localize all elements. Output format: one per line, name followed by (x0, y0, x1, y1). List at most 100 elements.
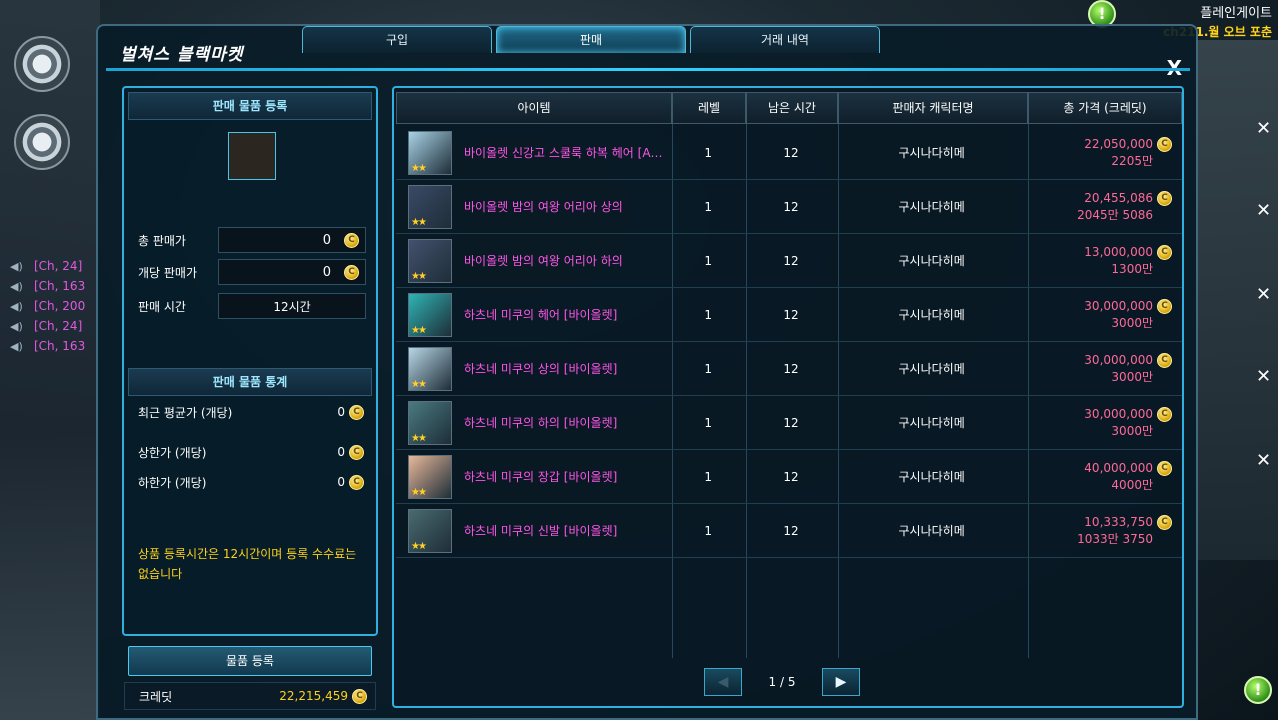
item-name: 하츠네 미쿠의 헤어 [바이올렛] (464, 308, 618, 322)
item-name: 하츠네 미쿠의 상의 [바이올렛] (464, 362, 618, 376)
prev-page-button[interactable]: ◀ (704, 668, 742, 696)
credit-label: 크레딧 (139, 689, 173, 704)
table-row[interactable]: ★★ 바이올렛 밤의 여왕 어리아 하의 1 12 구시나다히메 13,000,000 C 1… (396, 234, 1182, 288)
table-row[interactable]: ★★ 하츠네 미쿠의 상의 [바이올렛] 1 12 구시나다히메 30,000,000 C 3… (396, 342, 1182, 396)
item-level: 1 (704, 523, 713, 538)
stat-label: 하한가 (개당) (138, 475, 207, 490)
seller-name: 구시나다히메 (898, 416, 965, 430)
item-level: 1 (704, 253, 713, 268)
item-thumbnail-icon: ★★ (408, 346, 452, 391)
total-price-row: 총 판매가 0C (138, 226, 368, 254)
server-name: 플레인게이트 (1200, 6, 1272, 21)
item-name: 바이올렛 신강고 스쿨룩 하복 헤어 [A타... (464, 146, 670, 160)
item-thumbnail-icon: ★★ (408, 508, 452, 553)
tab-history[interactable]: 거래 내역 (690, 26, 880, 53)
game-scene: ◀) [Ch, 24] ◀) [Ch, 163 ◀) [Ch, 200 ◀) [Ch, … (0, 0, 1278, 720)
item-drop-slot[interactable] (228, 132, 276, 180)
unit-price-value: 0 (322, 264, 331, 280)
item-thumbnail-icon: ★★ (408, 292, 452, 337)
divider (106, 68, 1190, 71)
next-page-button[interactable]: ▶ (822, 668, 860, 696)
table-row[interactable]: ★★ 바이올렛 신강고 스쿨룩 하복 헤어 [A타... 1 12 구시나다히메 22,0… (396, 126, 1182, 180)
chat-line: ◀) [Ch, 163 (10, 276, 85, 296)
coin-icon: C (352, 688, 367, 704)
coin-icon: C (344, 233, 359, 248)
quest-close-icon[interactable]: ✕ (1256, 118, 1271, 139)
stat-lower-limit: 하한가 (개당) 0C (138, 472, 364, 492)
item-name: 하츠네 미쿠의 하의 [바이올렛] (464, 416, 618, 430)
stat-value: 0 (337, 475, 345, 489)
table-row[interactable]: ★★ 하츠네 미쿠의 신발 [바이올렛] 1 12 구시나다히메 10,333,750 C 1… (396, 504, 1182, 558)
time-left: 12 (783, 145, 799, 160)
chat-log: ◀) [Ch, 24] ◀) [Ch, 163 ◀) [Ch, 200 ◀) [Ch, … (10, 256, 85, 356)
stat-value: 0 (337, 445, 345, 459)
page-indicator: 1 / 5 (768, 675, 796, 689)
item-level: 1 (704, 307, 713, 322)
price-cell: 13,000,000 C 1300만 (1026, 244, 1182, 277)
speaker-icon: ◀) (10, 259, 23, 273)
coin-icon: C (1157, 190, 1173, 206)
register-header: 판매 물품 등록 (128, 92, 372, 120)
item-name: 하츠네 미쿠의 장갑 [바이올렛] (464, 470, 618, 484)
sell-time-label: 판매 시간 (138, 299, 186, 314)
quest-close-icon[interactable]: ✕ (1256, 284, 1271, 305)
quest-close-icon[interactable]: ✕ (1256, 366, 1271, 387)
unit-price-input[interactable]: 0C (218, 259, 366, 285)
table-row[interactable]: ★★ 바이올렛 밤의 여왕 어리아 상의 1 12 구시나다히메 20,455,086 C 2… (396, 180, 1182, 234)
price-korean-unit: 3000만 (1111, 315, 1154, 330)
item-cell: ★★ 하츠네 미쿠의 신발 [바이올렛] (396, 508, 671, 553)
table-header: 아이템 레벨 남은 시간 판매자 캐릭터명 총 가격 (크레딧) (396, 92, 1182, 124)
rarity-stars-icon: ★★ (411, 540, 427, 552)
price-korean-unit: 3000만 (1111, 423, 1154, 438)
quest-alert-icon[interactable]: ! (1244, 676, 1272, 704)
total-price: 10,333,750 (1084, 515, 1154, 529)
chat-channel: [Ch, 24] (34, 259, 83, 273)
item-thumbnail-icon: ★★ (408, 400, 452, 445)
time-left: 12 (783, 415, 799, 430)
seller-name: 구시나다히메 (898, 362, 965, 376)
stat-label: 최근 평균가 (개당) (138, 405, 233, 420)
menu-ring-icon[interactable] (14, 114, 70, 170)
seller-name: 구시나다히메 (898, 254, 965, 268)
total-price-value: 0 (322, 232, 331, 248)
time-left: 12 (783, 199, 799, 214)
stat-upper-limit: 상한가 (개당) 0C (138, 442, 364, 462)
item-level: 1 (704, 361, 713, 376)
stat-label: 상한가 (개당) (138, 445, 207, 460)
table-row[interactable]: ★★ 하츠네 미쿠의 하의 [바이올렛] 1 12 구시나다히메 30,000,000 C 3… (396, 396, 1182, 450)
stats-header: 판매 물품 통계 (128, 368, 372, 396)
menu-ring-icon[interactable] (14, 36, 70, 92)
register-item-button[interactable]: 물품 등록 (128, 646, 372, 676)
price-korean-unit: 3000만 (1111, 369, 1154, 384)
quest-close-icon[interactable]: ✕ (1256, 200, 1271, 221)
stat-recent-avg: 최근 평균가 (개당) 0C (138, 402, 364, 422)
table-row[interactable]: ★★ 하츠네 미쿠의 장갑 [바이올렛] 1 12 구시나다히메 40,000,000 C 4… (396, 450, 1182, 504)
time-left: 12 (783, 523, 799, 538)
credit-value: 22,215,459 (279, 689, 348, 703)
item-name: 바이올렛 밤의 여왕 어리아 상의 (464, 200, 623, 214)
quest-close-icon[interactable]: ✕ (1256, 450, 1271, 471)
register-notice: 상품 등록시간은 12시간이며 등록 수수료는 없습니다 (138, 547, 357, 581)
unit-price-row: 개당 판매가 0C (138, 258, 368, 286)
item-name: 하츠네 미쿠의 신발 [바이올렛] (464, 524, 618, 538)
tab-sell[interactable]: 판매 (496, 26, 686, 53)
speaker-icon: ◀) (10, 279, 23, 293)
tab-buy[interactable]: 구입 (302, 26, 492, 53)
col-price: 총 가격 (크레딧) (1028, 92, 1182, 124)
coin-icon: C (344, 265, 359, 280)
chat-line: ◀) [Ch, 24] (10, 256, 85, 276)
price-cell: 20,455,086 C 2045만 5086 (1026, 190, 1182, 223)
price-korean-unit: 4000만 (1111, 477, 1154, 492)
price-cell: 30,000,000 C 3000만 (1026, 352, 1182, 385)
chat-channel: [Ch, 200 (34, 299, 86, 313)
coin-icon: C (349, 444, 364, 460)
speaker-icon: ◀) (10, 339, 23, 353)
time-left: 12 (783, 307, 799, 322)
rarity-stars-icon: ★★ (411, 486, 427, 498)
time-left: 12 (783, 361, 799, 376)
speaker-icon: ◀) (10, 299, 23, 313)
sell-time-select[interactable]: 12시간 (218, 293, 366, 319)
total-price-input[interactable]: 0C (218, 227, 366, 253)
table-row[interactable]: ★★ 하츠네 미쿠의 헤어 [바이올렛] 1 12 구시나다히메 30,000,000 C 3… (396, 288, 1182, 342)
time-left: 12 (783, 253, 799, 268)
